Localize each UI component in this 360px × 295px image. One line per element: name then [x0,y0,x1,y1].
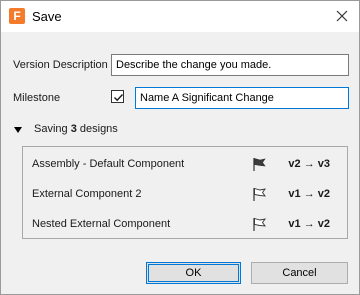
design-name: External Component 2 [32,188,142,200]
title-bar[interactable]: F Save [1,1,359,32]
version-change: v1 → v2 [288,218,330,230]
milestone-label: Milestone [13,92,61,104]
design-name: Assembly - Default Component [32,158,185,170]
version-change: v2 → v3 [288,158,330,170]
saving-designs-label: Saving 3 designs [34,123,118,135]
outline-flag-icon[interactable] [251,186,267,202]
expand-triangle-icon [14,127,22,133]
checkmark-icon [114,94,124,102]
version-description-label: Version Description [13,59,108,71]
outline-flag-icon[interactable] [251,216,267,232]
version-description-input[interactable]: Describe the change you made. [111,54,349,76]
fusion-app-icon: F [9,8,25,24]
filled-flag-icon[interactable] [251,156,267,172]
cancel-button[interactable]: Cancel [251,262,348,284]
ok-focus-ring [148,264,239,282]
milestone-checkbox[interactable] [111,90,124,103]
ok-button[interactable]: OK [146,262,241,284]
milestone-name-input[interactable]: Name A Significant Change [135,87,349,109]
app-icon-letter: F [13,9,21,23]
window-title: Save [32,9,62,24]
save-dialog: F Save Version Description Describe the … [0,0,360,295]
design-row[interactable]: Assembly - Default Component v2 → v3 [23,149,347,179]
close-icon [336,10,348,22]
designs-list: Assembly - Default Component v2 → v3 Ext… [22,146,348,239]
design-row[interactable]: Nested External Component v1 → v2 [23,209,347,239]
saving-suffix: designs [76,123,118,135]
design-row[interactable]: External Component 2 v1 → v2 [23,179,347,209]
close-button[interactable] [333,7,351,25]
version-change: v1 → v2 [288,188,330,200]
design-name: Nested External Component [32,218,171,230]
saving-prefix: Saving [34,123,71,135]
